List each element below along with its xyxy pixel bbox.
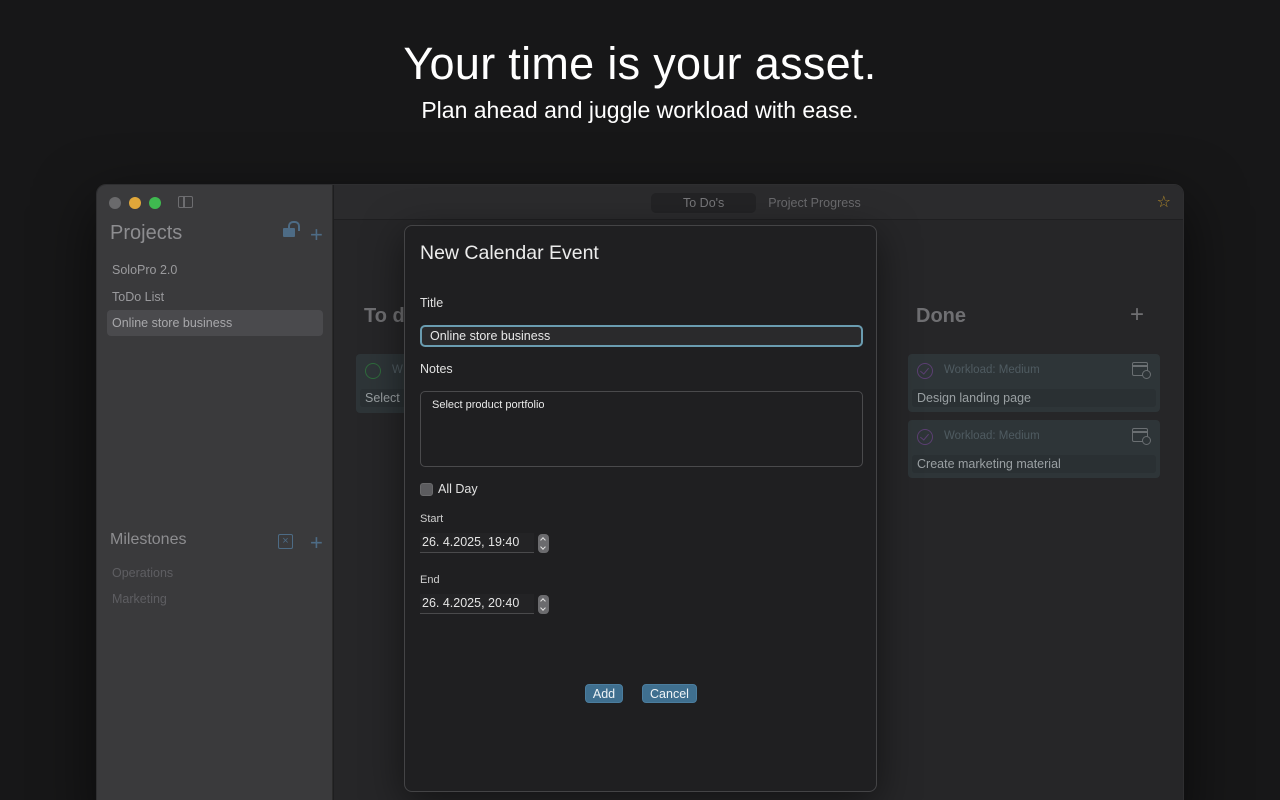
- calendar-add-icon[interactable]: [1132, 362, 1151, 379]
- new-calendar-event-dialog: New Calendar Event Title Notes Select pr…: [404, 225, 877, 792]
- close-window-button[interactable]: [109, 197, 121, 209]
- tab-todos[interactable]: To Do's: [651, 193, 757, 213]
- done-card[interactable]: Workload: Medium Design landing page: [908, 354, 1160, 412]
- todo-card-workload: W: [392, 364, 403, 376]
- tab-project-progress[interactable]: Project Progress: [756, 193, 872, 213]
- notes-textarea[interactable]: Select product portfolio: [420, 391, 863, 467]
- title-input[interactable]: [420, 325, 863, 347]
- unlock-icon[interactable]: [283, 221, 300, 237]
- all-day-label: All Day: [438, 482, 478, 496]
- start-date-picker[interactable]: 26. 4.2025, 19:40: [420, 533, 549, 553]
- sidebar-toggle-icon[interactable]: [178, 196, 193, 208]
- completed-check-icon[interactable]: [917, 363, 933, 379]
- minimize-window-button[interactable]: [129, 197, 141, 209]
- dialog-title: New Calendar Event: [420, 242, 599, 264]
- start-date-value[interactable]: 26. 4.2025, 19:40: [420, 533, 534, 553]
- milestones-title: Milestones: [110, 531, 187, 548]
- end-label: End: [420, 574, 440, 586]
- checkbox-box[interactable]: [420, 482, 433, 496]
- card-name: Create marketing material: [912, 455, 1156, 473]
- incomplete-check-icon[interactable]: [365, 363, 381, 379]
- start-label: Start: [420, 513, 444, 525]
- sidebar: Projects + SoloPro 2.0 ToDo List Online …: [97, 185, 333, 800]
- hero-subheadline: Plan ahead and juggle workload with ease…: [421, 97, 859, 123]
- card-workload: Workload: Medium: [944, 364, 1040, 376]
- todo-column-title: To d: [364, 305, 405, 327]
- milestone-list: Operations Marketing: [107, 560, 323, 612]
- toolbar: To Do's Project Progress ☆: [334, 185, 1183, 220]
- card-name: Design landing page: [912, 389, 1156, 407]
- project-item-solopro[interactable]: SoloPro 2.0: [107, 257, 323, 283]
- cancel-button[interactable]: Cancel: [642, 684, 697, 703]
- add-done-task-button[interactable]: +: [1130, 301, 1144, 329]
- add-button[interactable]: Add: [585, 684, 623, 703]
- clear-milestones-icon[interactable]: ×: [278, 534, 293, 549]
- start-stepper-icon[interactable]: [538, 533, 549, 553]
- window-controls: [109, 197, 161, 209]
- done-column-title: Done: [916, 305, 966, 327]
- star-icon[interactable]: ☆: [1157, 192, 1171, 212]
- card-workload: Workload: Medium: [944, 430, 1040, 442]
- add-milestone-button[interactable]: +: [310, 532, 323, 554]
- projects-title: Projects: [110, 222, 183, 244]
- calendar-add-icon[interactable]: [1132, 428, 1151, 445]
- add-project-button[interactable]: +: [310, 224, 323, 246]
- end-date-picker[interactable]: 26. 4.2025, 20:40: [420, 594, 549, 614]
- maximize-window-button[interactable]: [149, 197, 161, 209]
- completed-check-icon[interactable]: [917, 429, 933, 445]
- project-item-online-store[interactable]: Online store business: [107, 310, 323, 336]
- title-label: Title: [420, 296, 444, 310]
- project-list: SoloPro 2.0 ToDo List Online store busin…: [107, 257, 323, 337]
- all-day-checkbox[interactable]: All Day: [420, 482, 478, 496]
- milestone-item-operations[interactable]: Operations: [107, 560, 323, 586]
- milestone-item-marketing[interactable]: Marketing: [107, 586, 323, 612]
- hero-headline: Your time is your asset.: [403, 38, 877, 89]
- end-stepper-icon[interactable]: [538, 594, 549, 614]
- end-date-value[interactable]: 26. 4.2025, 20:40: [420, 594, 534, 614]
- done-card[interactable]: Workload: Medium Create marketing materi…: [908, 420, 1160, 478]
- project-item-todo-list[interactable]: ToDo List: [107, 284, 323, 310]
- notes-label: Notes: [420, 362, 453, 376]
- view-segmented-control: To Do's Project Progress: [651, 193, 873, 213]
